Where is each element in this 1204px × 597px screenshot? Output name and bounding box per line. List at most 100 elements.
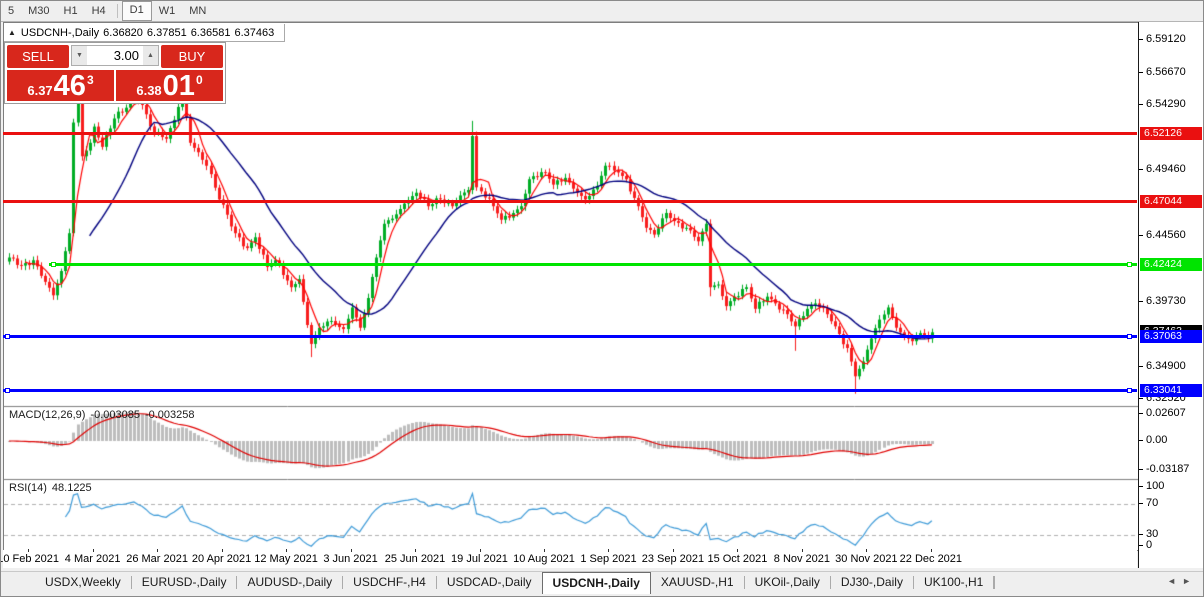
- price-tick-label: 6.44560: [1146, 229, 1186, 242]
- time-tick-mark: [737, 549, 739, 552]
- price-tick-mark: [1139, 365, 1143, 367]
- time-tick-mark: [92, 549, 94, 552]
- rsi-name: RSI(14): [9, 482, 47, 494]
- sell-price-small: 6.37: [27, 83, 53, 98]
- sell-button[interactable]: SELL: [7, 45, 69, 68]
- buy-price-button[interactable]: 6.38 01 0: [116, 70, 223, 101]
- chart-tab-audusd-daily[interactable]: AUDUSD-,Daily: [237, 572, 342, 592]
- time-tick-mark: [415, 549, 417, 552]
- chart-header[interactable]: ▲ USDCNH-,Daily 6.36820 6.37851 6.36581 …: [4, 24, 286, 42]
- timeframe-button-m30[interactable]: M30: [21, 2, 56, 20]
- rsi-tick-mark: [1139, 534, 1143, 535]
- rsi-value: 48.1225: [51, 482, 92, 494]
- price-tick-mark: [1139, 235, 1143, 237]
- macd-value-main: -0.003085: [90, 409, 140, 421]
- hline-6.47044[interactable]: [3, 200, 1137, 204]
- tab-scroll-right-icon[interactable]: ►: [1182, 576, 1197, 586]
- hline-handle-left[interactable]: [5, 334, 10, 340]
- chart-tab-usdcnh-daily[interactable]: USDCNH-,Daily: [541, 572, 651, 594]
- chart-tab-uk100-h1[interactable]: UK100-,H1: [914, 572, 993, 592]
- hline-handle-right[interactable]: [1127, 334, 1132, 340]
- macd-tick-label: 0.02607: [1146, 407, 1186, 419]
- ohlc-high: 6.37851: [146, 26, 187, 39]
- buy-price-sup: 0: [195, 73, 203, 87]
- hline-price-label-6.42424: 6.42424: [1140, 257, 1202, 271]
- chart-tab-ukoil-daily[interactable]: UKOil-,Daily: [745, 572, 830, 592]
- volume-stepper: ▼ 3.00 ▲: [71, 45, 159, 66]
- rsi-tick-label: 0: [1146, 539, 1153, 551]
- one-click-trading-panel: SELL ▼ 3.00 ▲ BUY 6.37 46 3 6.38 01 0: [4, 42, 226, 104]
- hline-handle-right[interactable]: [1127, 388, 1132, 394]
- tab-scroll-left-icon[interactable]: ◄: [1167, 576, 1182, 586]
- hline-6.37063[interactable]: [3, 335, 1137, 339]
- time-tick-mark: [801, 549, 803, 552]
- ohlc-open: 6.36820: [103, 26, 143, 39]
- chart-tab-bar: USDX,Weekly EURUSD-,Daily AUDUSD-,Daily USD…: [1, 571, 1203, 596]
- rsi-tick-mark: [1139, 486, 1143, 487]
- timeframe-button-h4[interactable]: H4: [85, 2, 113, 20]
- tab-separator: [994, 576, 996, 589]
- price-tick-label: 6.34900: [1146, 359, 1186, 372]
- chart-tab-xauusd-h1[interactable]: XAUUSD-,H1: [651, 572, 744, 592]
- time-tick-mark: [28, 549, 30, 552]
- buy-price-small: 6.38: [136, 83, 162, 98]
- timeframe-button-5[interactable]: 5: [1, 2, 21, 20]
- timeframe-button-h1[interactable]: H1: [57, 2, 85, 20]
- rsi-tick-mark: [1139, 545, 1143, 546]
- buy-button[interactable]: BUY: [161, 45, 223, 68]
- hline-6.33041[interactable]: [3, 389, 1137, 393]
- price-tick-mark: [1139, 71, 1143, 73]
- time-tick-mark: [608, 549, 610, 552]
- chart-tab-usdx-weekly[interactable]: USDX,Weekly: [35, 572, 131, 592]
- price-tick-mark: [1139, 169, 1143, 171]
- chart-tab-eurusd-daily[interactable]: EURUSD-,Daily: [132, 572, 237, 592]
- hline-handle-left[interactable]: [5, 388, 10, 394]
- time-tick-mark: [221, 549, 223, 552]
- price-axis: 6.59120 6.56670 6.54290 6.49460 6.44560 6.397…: [1138, 22, 1203, 568]
- macd-label: MACD(12,26,9) -0.003085 -0.003258: [9, 409, 200, 421]
- hline-6.52126[interactable]: [3, 131, 1137, 135]
- chart-symbol-label: USDCNH-,Daily: [20, 26, 100, 39]
- price-tick-mark: [1139, 104, 1143, 106]
- toolbar-separator: [116, 4, 118, 18]
- hline-price-label-6.33041: 6.33041: [1140, 384, 1202, 398]
- price-tick-label: 6.49460: [1146, 163, 1186, 176]
- time-tick-mark: [866, 549, 868, 552]
- time-axis: 10 Feb 2021 4 Mar 2021 26 Mar 2021 20 Apr 2…: [1, 549, 1137, 568]
- timeframe-button-w1[interactable]: W1: [152, 2, 183, 20]
- sell-price-button[interactable]: 6.37 46 3: [7, 70, 114, 101]
- timeframe-button-d1[interactable]: D1: [121, 1, 152, 21]
- sell-price-sup: 3: [86, 73, 94, 87]
- hline-price-label-6.47044: 6.47044: [1140, 195, 1202, 209]
- macd-tick-mark: [1139, 440, 1143, 441]
- macd-name: MACD(12,26,9): [9, 409, 86, 421]
- rsi-tick-label: 70: [1146, 497, 1159, 509]
- time-tick-mark: [930, 549, 932, 552]
- rsi-tick-mark: [1139, 503, 1143, 504]
- macd-tick-mark: [1139, 469, 1143, 470]
- trading-terminal-window: 5 M30 H1 H4 D1 W1 MN ▲ USDCNH-,Daily 6.36820 6…: [0, 0, 1204, 597]
- volume-input[interactable]: 3.00: [87, 46, 143, 65]
- timeframe-toolbar: 5 M30 H1 H4 D1 W1 MN: [1, 1, 1203, 22]
- chart-tab-usdchf-h4[interactable]: USDCHF-,H4: [343, 572, 436, 592]
- hline-price-label-6.52126: 6.52126: [1140, 126, 1202, 140]
- rsi-tick-label: 100: [1146, 480, 1165, 492]
- timeframe-button-mn[interactable]: MN: [182, 2, 213, 20]
- volume-increase-icon[interactable]: ▲: [143, 46, 158, 65]
- volume-decrease-icon[interactable]: ▼: [72, 46, 87, 65]
- hline-handle-right[interactable]: [1127, 261, 1132, 267]
- chart-tab-dj30-daily[interactable]: DJ30-,Daily: [831, 572, 913, 592]
- macd-tick-label: 0.00: [1146, 434, 1168, 446]
- time-tick-mark: [672, 549, 674, 552]
- macd-value-signal: -0.003258: [144, 409, 195, 421]
- hline-handle-left[interactable]: [51, 261, 56, 267]
- macd-tick-label: -0.03187: [1146, 463, 1190, 475]
- tab-scroll-arrows: ◄►: [1167, 576, 1197, 586]
- time-tick-mark: [479, 549, 481, 552]
- collapse-panel-icon[interactable]: ▲: [8, 28, 16, 37]
- hline-6.42424[interactable]: [49, 262, 1137, 266]
- time-tick-mark: [350, 549, 352, 552]
- chart-tab-usdcad-daily[interactable]: USDCAD-,Daily: [437, 572, 542, 592]
- hline-price-label-6.37063: 6.37063: [1140, 330, 1202, 344]
- time-tick-mark: [543, 549, 545, 552]
